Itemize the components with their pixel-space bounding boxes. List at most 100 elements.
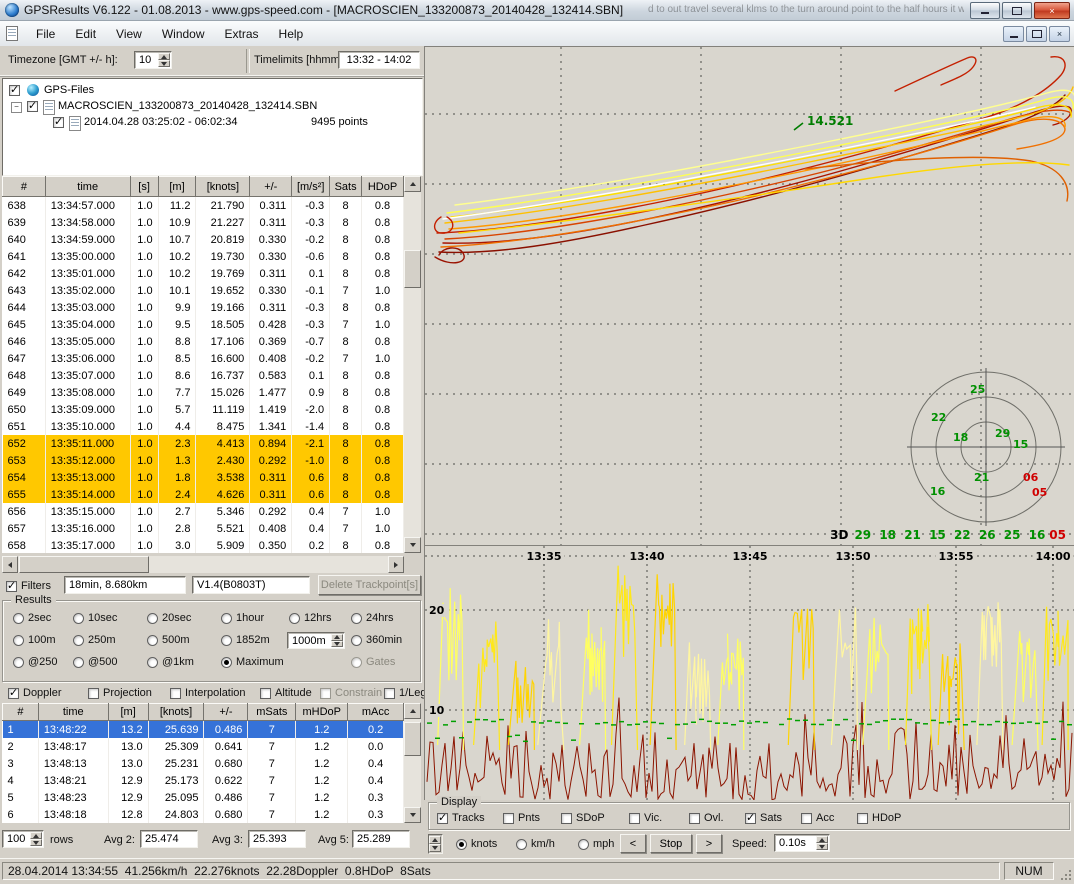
cell[interactable]: 13:48:18 — [38, 806, 108, 823]
cell[interactable]: 654 — [3, 469, 46, 486]
cell[interactable]: 13:48:17 — [38, 738, 108, 755]
cell[interactable]: 7 — [248, 789, 296, 806]
checkbox-control[interactable] — [384, 688, 395, 699]
table-row[interactable]: 64413:35:03.0001.09.919.1660.311-0.380.8 — [3, 299, 404, 316]
tree-file-label[interactable]: MACROSCIEN_133200873_20140428_132414.SBN — [58, 100, 317, 112]
cell[interactable]: 25.309 — [148, 738, 204, 755]
cell[interactable]: 16.600 — [196, 350, 250, 367]
cell[interactable]: 1.2 — [296, 721, 348, 739]
cell[interactable]: 8.475 — [196, 418, 250, 435]
cell[interactable]: 1.0 — [130, 520, 158, 537]
cell[interactable]: 646 — [3, 333, 46, 350]
scroll-right-button[interactable] — [388, 556, 404, 573]
cell[interactable]: 8 — [330, 214, 362, 231]
cell[interactable]: 1.0 — [362, 503, 404, 520]
cell[interactable]: 13:35:09.000 — [45, 401, 130, 418]
cell[interactable]: 0.8 — [362, 469, 404, 486]
step-forward-button[interactable]: > — [696, 834, 722, 853]
cell[interactable]: 0.8 — [362, 299, 404, 316]
cell[interactable]: 0.8 — [362, 197, 404, 215]
cell[interactable]: 0.680 — [204, 755, 248, 772]
scroll-up-button[interactable] — [404, 176, 421, 192]
cell[interactable]: 2.8 — [158, 520, 196, 537]
cell[interactable]: 7 — [248, 721, 296, 739]
cell[interactable]: 1.0 — [130, 316, 158, 333]
cell[interactable]: 2.4 — [158, 486, 196, 503]
radio-12hrs[interactable]: 12hrs — [289, 611, 332, 625]
cell[interactable]: 7 — [248, 738, 296, 755]
radio-control[interactable] — [351, 635, 362, 646]
cell[interactable]: -0.3 — [292, 316, 330, 333]
cell[interactable]: 658 — [3, 537, 46, 553]
checkbox-control[interactable] — [320, 688, 331, 699]
cell[interactable]: 10.2 — [158, 265, 196, 282]
cell[interactable]: 641 — [3, 248, 46, 265]
radio-control[interactable] — [147, 635, 158, 646]
cell[interactable]: 19.166 — [196, 299, 250, 316]
menu-extras[interactable]: Extras — [215, 24, 269, 44]
hscroll-thumb[interactable] — [19, 556, 149, 573]
cell[interactable]: 1.0 — [130, 265, 158, 282]
cell[interactable]: 3.538 — [196, 469, 250, 486]
cell[interactable]: 1.341 — [250, 418, 292, 435]
cell[interactable]: 8 — [330, 248, 362, 265]
radio-250[interactable]: @250 — [13, 655, 58, 669]
cell[interactable]: 0.292 — [250, 503, 292, 520]
column-header-4[interactable]: [knots] — [196, 177, 250, 197]
cell[interactable]: 0.8 — [362, 231, 404, 248]
radio-24hrs[interactable]: 24hrs — [351, 611, 394, 625]
radio-100m[interactable]: 100m — [13, 633, 56, 647]
table-row[interactable]: 64613:35:05.0001.08.817.1060.369-0.780.8 — [3, 333, 404, 350]
cell[interactable]: 7 — [330, 282, 362, 299]
cell[interactable]: 0.486 — [204, 721, 248, 739]
track-map-canvas[interactable]: 14.521252218291521160605 — [425, 47, 1074, 545]
cell[interactable]: 11.2 — [158, 197, 196, 215]
cell[interactable]: 0.311 — [250, 265, 292, 282]
cell[interactable]: 0.486 — [204, 789, 248, 806]
tree-row-file[interactable]: − MACROSCIEN_133200873_20140428_132414.S… — [3, 99, 422, 115]
cell[interactable]: 1.0 — [362, 316, 404, 333]
timezone-input[interactable]: 10 — [134, 51, 172, 69]
radio-control[interactable] — [147, 657, 158, 668]
menu-window[interactable]: Window — [152, 24, 215, 44]
cell[interactable]: 1.2 — [296, 755, 348, 772]
cell[interactable]: 0.3 — [348, 789, 404, 806]
radio-1km[interactable]: @1km — [147, 655, 194, 669]
cell[interactable]: 10.2 — [158, 248, 196, 265]
cell[interactable]: 7 — [248, 772, 296, 789]
unit-kmh[interactable]: km/h — [516, 837, 555, 851]
cell[interactable]: 0.4 — [348, 755, 404, 772]
checkbox-control[interactable] — [745, 813, 756, 824]
stop-button[interactable]: Stop — [650, 834, 692, 853]
tree-session-label[interactable]: 2014.04.28 03:25:02 - 06:02:34 — [84, 116, 238, 128]
cell[interactable]: 8 — [330, 299, 362, 316]
cell[interactable]: 1.0 — [130, 214, 158, 231]
cell[interactable]: 8 — [330, 537, 362, 553]
cell[interactable]: 1.0 — [362, 520, 404, 537]
table-row[interactable]: 65313:35:12.0001.01.32.4300.292-1.080.8 — [3, 452, 404, 469]
cell[interactable]: 0.6 — [292, 486, 330, 503]
cell[interactable]: 16.737 — [196, 367, 250, 384]
cell[interactable]: 0.330 — [250, 231, 292, 248]
cell[interactable]: 0.8 — [362, 384, 404, 401]
cell[interactable]: 0.369 — [250, 333, 292, 350]
table-row[interactable]: 63913:34:58.0001.010.921.2270.311-0.380.… — [3, 214, 404, 231]
cell[interactable]: 1.0 — [130, 333, 158, 350]
cell[interactable]: 0.311 — [250, 214, 292, 231]
radio-control[interactable] — [351, 613, 362, 624]
cell[interactable]: -1.0 — [292, 452, 330, 469]
cell[interactable]: 1.477 — [250, 384, 292, 401]
cell[interactable]: 640 — [3, 231, 46, 248]
zoom-stepper[interactable] — [428, 834, 443, 854]
cell[interactable]: 1.0 — [130, 231, 158, 248]
cell[interactable]: 4.4 — [158, 418, 196, 435]
radio-360min[interactable]: 360min — [351, 633, 402, 647]
column-header-0[interactable]: # — [3, 704, 39, 721]
cell[interactable]: 1.0 — [130, 435, 158, 452]
checkbox-control[interactable] — [8, 688, 19, 699]
display-ovl[interactable]: Ovl. — [689, 811, 724, 825]
cell[interactable]: 8 — [330, 197, 362, 215]
file-checkbox[interactable] — [27, 101, 38, 112]
cell[interactable]: 7 — [330, 520, 362, 537]
table-row[interactable]: 65213:35:11.0001.02.34.4130.894-2.180.8 — [3, 435, 404, 452]
